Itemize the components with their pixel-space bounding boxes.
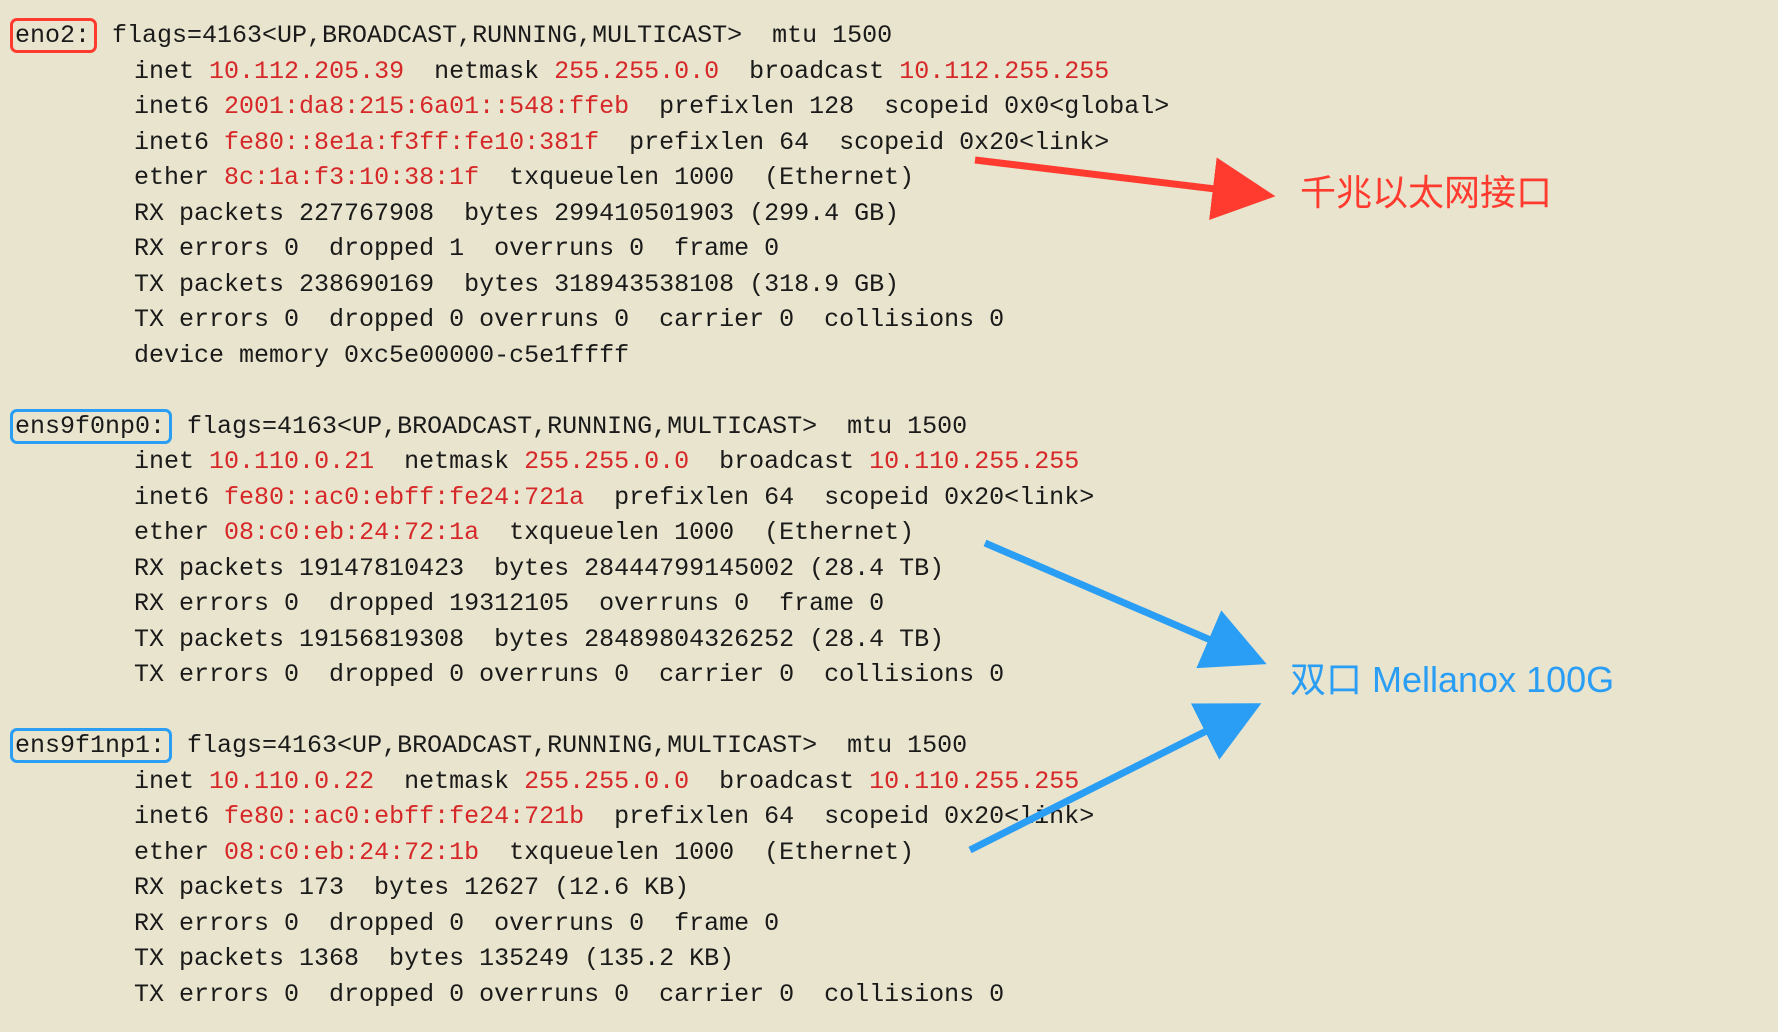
ip-value: 8c:1a:f3:10:38:1f bbox=[224, 163, 479, 192]
ip-value: 08:c0:eb:24:72:1a bbox=[224, 518, 479, 547]
annotation-mellanox-label: 双口 Mellanox 100G bbox=[1290, 662, 1614, 698]
ip-value: fe80::ac0:ebff:fe24:721b bbox=[224, 802, 584, 831]
ip-value: fe80::ac0:ebff:fe24:721a bbox=[224, 483, 584, 512]
ip-value: 08:c0:eb:24:72:1b bbox=[224, 838, 479, 867]
ip-value: 10.110.0.21 bbox=[209, 447, 374, 476]
ip-value: fe80::8e1a:f3ff:fe10:381f bbox=[224, 128, 599, 157]
ip-value: 10.110.255.255 bbox=[869, 767, 1079, 796]
ip-value: 2001:da8:215:6a01::548:ffeb bbox=[224, 92, 629, 121]
interface-name: eno2: bbox=[10, 18, 97, 53]
ip-value: 10.112.255.255 bbox=[899, 57, 1109, 86]
interface-name: ens9f0np0: bbox=[10, 409, 172, 444]
ip-value: 255.255.0.0 bbox=[524, 447, 689, 476]
terminal-output: eno2: flags=4163<UP,BROADCAST,RUNNING,MU… bbox=[14, 18, 1169, 1012]
interface-name: ens9f1np1: bbox=[10, 728, 172, 763]
ip-value: 255.255.0.0 bbox=[524, 767, 689, 796]
ip-value: 255.255.0.0 bbox=[554, 57, 719, 86]
ip-value: 10.112.205.39 bbox=[209, 57, 404, 86]
annotation-gigabit-label: 千兆以太网接口 bbox=[1300, 175, 1552, 211]
ip-value: 10.110.0.22 bbox=[209, 767, 374, 796]
ip-value: 10.110.255.255 bbox=[869, 447, 1079, 476]
